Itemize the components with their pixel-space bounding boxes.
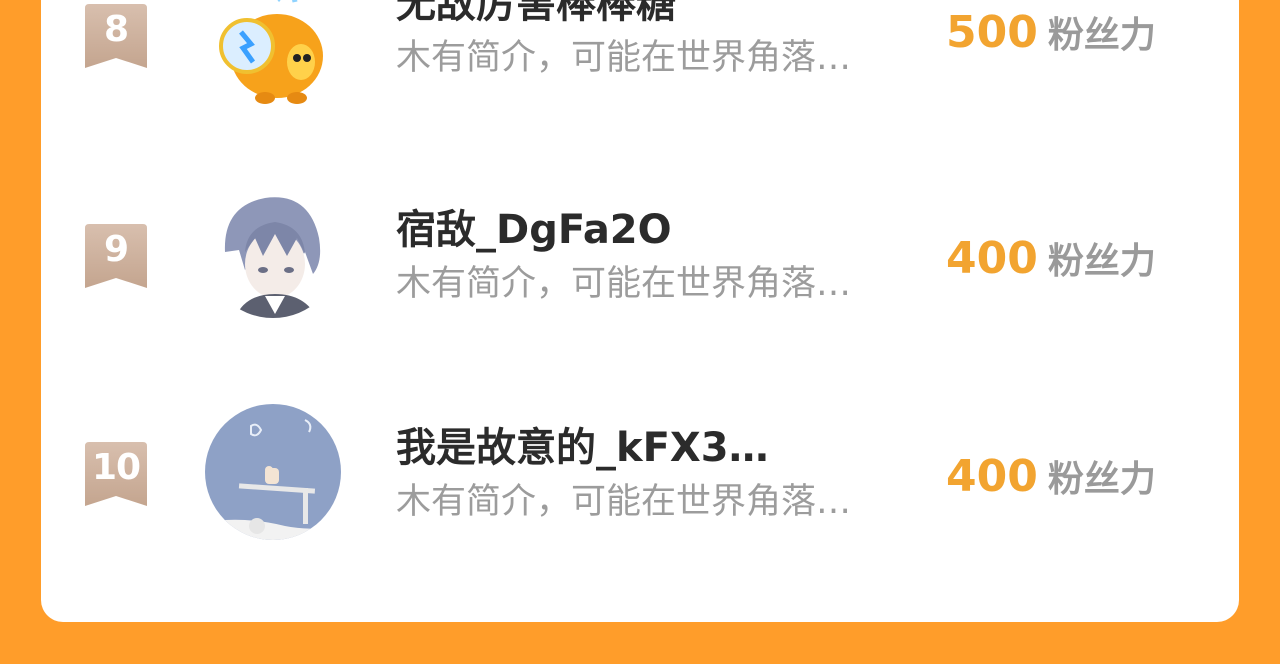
- score-value: 500: [946, 7, 1038, 58]
- blue-sky-seesaw-illustration-icon: [205, 404, 341, 540]
- score-value: 400: [946, 233, 1038, 284]
- ranking-row[interactable]: 10 我是故意的_kFX3… 木有简介，可能在世界角落… 400 粉丝力: [41, 404, 1239, 554]
- score-value: 400: [946, 451, 1038, 502]
- user-name[interactable]: 无敌厉害棒棒糖: [396, 0, 676, 28]
- avatar[interactable]: [205, 404, 341, 540]
- fan-power-score: 400 粉丝力: [946, 234, 1156, 293]
- rank-badge: 10: [85, 442, 147, 506]
- user-bio: 木有简介，可能在世界角落…: [396, 264, 852, 304]
- rank-number: 9: [103, 229, 129, 270]
- rank-badge: 9: [85, 224, 147, 288]
- user-name[interactable]: 我是故意的_kFX3…: [396, 424, 769, 472]
- rank-badge: 8: [85, 4, 147, 68]
- avatar[interactable]: [205, 182, 341, 318]
- fan-power-score: 500 粉丝力: [946, 8, 1156, 67]
- ranking-card: 8 无敌厉害棒棒糖 木有简介，可能在世界角落… 500 粉丝力 9 宿敌_DgF…: [41, 0, 1239, 622]
- ranking-row[interactable]: 8 无敌厉害棒棒糖 木有简介，可能在世界角落… 500 粉丝力: [41, 0, 1239, 122]
- orange-cartoon-character-icon: [205, 0, 341, 112]
- fan-power-score: 400 粉丝力: [946, 452, 1156, 511]
- score-unit: 粉丝力: [1047, 241, 1156, 282]
- score-unit: 粉丝力: [1047, 15, 1156, 56]
- user-bio: 木有简介，可能在世界角落…: [396, 38, 852, 78]
- score-unit: 粉丝力: [1047, 459, 1156, 500]
- user-bio: 木有简介，可能在世界角落…: [396, 482, 852, 522]
- rank-number: 8: [103, 9, 129, 50]
- avatar[interactable]: [205, 0, 341, 112]
- anime-boy-portrait-icon: [205, 182, 341, 318]
- user-name[interactable]: 宿敌_DgFa2O: [396, 206, 672, 254]
- rank-number: 10: [91, 447, 141, 488]
- ranking-row[interactable]: 9 宿敌_DgFa2O 木有简介，可能在世界角落… 400 粉丝力: [41, 182, 1239, 336]
